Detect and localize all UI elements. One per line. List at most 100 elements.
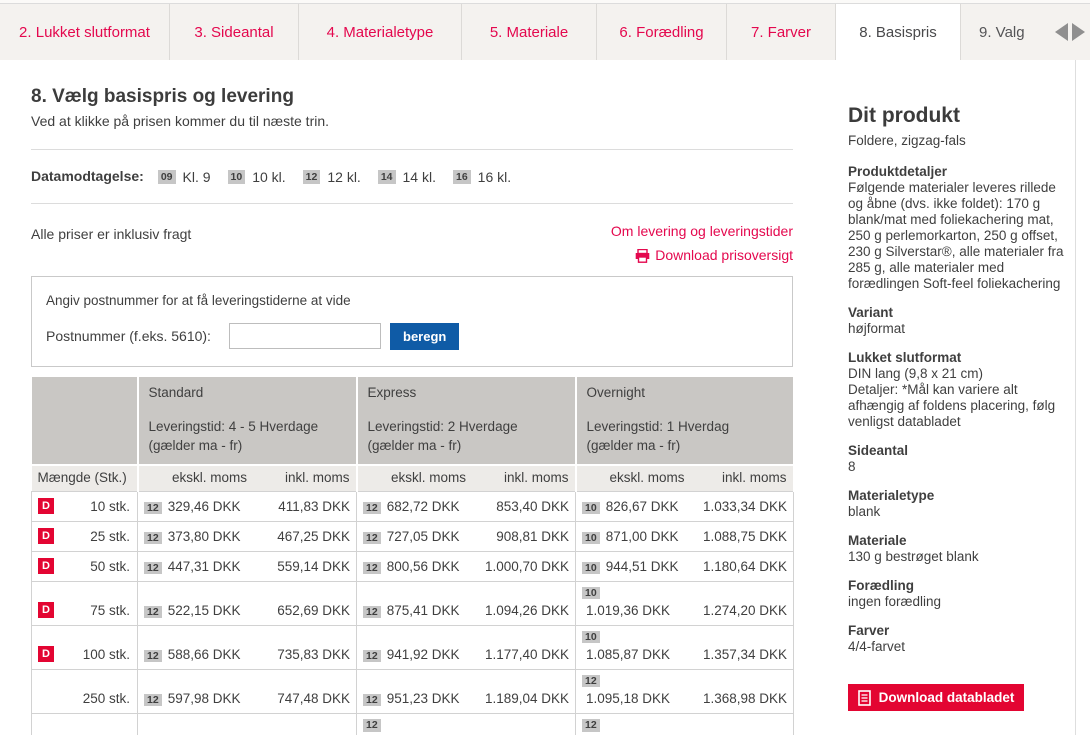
- incl-price[interactable]: 1.094,26 DKK: [470, 603, 569, 618]
- incl-price[interactable]: 1.033,34 DKK: [688, 499, 787, 514]
- incl-price[interactable]: 1.000,70 DKK: [470, 559, 569, 574]
- incl-price[interactable]: 1.088,75 DKK: [688, 529, 787, 544]
- quantity-cell: 500 stk.: [32, 714, 138, 735]
- excl-price[interactable]: 12941,92 DKK: [363, 647, 470, 663]
- incl-price[interactable]: 1.274,20 DKK: [688, 603, 787, 618]
- scroll-left-icon[interactable]: [1055, 23, 1068, 41]
- tab-8-basispris[interactable]: 8. Basispris: [836, 4, 961, 60]
- price-cell[interactable]: 12800,56 DKK 1.000,70 DKK: [357, 552, 576, 582]
- postcode-input[interactable]: [229, 323, 381, 349]
- incl-price[interactable]: 1.357,34 DKK: [688, 647, 787, 662]
- excl-price[interactable]: 12597,98 DKK: [144, 691, 251, 707]
- incl-price[interactable]: 1.177,40 DKK: [470, 647, 569, 662]
- download-datasheet-label: Download databladet: [879, 690, 1015, 705]
- incl-price[interactable]: 853,40 DKK: [470, 499, 569, 514]
- product-specs: VarianthøjformatLukket slutformatDIN lan…: [848, 305, 1072, 655]
- delivery-info-link[interactable]: Om levering og leveringstider: [611, 220, 793, 244]
- tab-6-forædling[interactable]: 6. Forædling: [597, 4, 727, 60]
- incl-price-value: 1.000,70 DKK: [485, 559, 569, 574]
- d-badge: D: [38, 528, 54, 544]
- time-badge: 16: [453, 170, 471, 185]
- incl-price[interactable]: 908,81 DKK: [470, 529, 569, 544]
- excl-price[interactable]: 12682,72 DKK: [363, 499, 470, 515]
- download-prices-link[interactable]: Download prisoversigt: [611, 244, 793, 268]
- excl-price-value: 682,72 DKK: [387, 499, 460, 514]
- price-cell[interactable]: 121.039,80 DKK1.299,75 DKK: [357, 714, 576, 735]
- excl-price[interactable]: 12951,23 DKK: [363, 691, 470, 707]
- price-cell[interactable]: 10871,00 DKK1.088,75 DKK: [576, 522, 794, 552]
- vat-subheader: ekskl. momsinkl. moms: [357, 465, 576, 492]
- tab-7-farver[interactable]: 7. Farver: [727, 4, 836, 60]
- calculate-button[interactable]: beregn: [390, 323, 459, 350]
- tab-5-materiale[interactable]: 5. Materiale: [462, 4, 597, 60]
- scroll-right-icon[interactable]: [1072, 23, 1085, 41]
- tab-9-valg: 9. Valg: [961, 4, 1049, 60]
- page: 2. Lukket slutformat3. Sideantal4. Mater…: [0, 0, 1090, 735]
- price-cell[interactable]: 12682,72 DKK853,40 DKK: [357, 492, 576, 522]
- price-cell[interactable]: 12941,92 DKK1.177,40 DKK: [357, 626, 576, 670]
- excl-price[interactable]: 12329,46 DKK: [144, 499, 251, 515]
- excl-price[interactable]: 12588,66 DKK: [144, 647, 251, 663]
- price-cell[interactable]: 121.095,18 DKK1.368,98 DKK: [576, 670, 794, 714]
- price-cell[interactable]: 101.085,87 DKK1.357,34 DKK: [576, 626, 794, 670]
- download-datasheet-button[interactable]: Download databladet: [848, 684, 1024, 711]
- incl-price[interactable]: 1.180,64 DKK: [688, 559, 787, 574]
- price-cell[interactable]: 12447,31 DKK559,14 DKK: [138, 552, 357, 582]
- incl-price-value: 467,25 DKK: [277, 529, 350, 544]
- excl-price[interactable]: 101.019,36 DKK: [582, 584, 688, 619]
- excl-price[interactable]: 12800,56 DKK: [363, 559, 470, 575]
- price-cell[interactable]: 10944,51 DKK1.180,64 DKK: [576, 552, 794, 582]
- incl-price[interactable]: 1.189,04 DKK: [470, 691, 569, 706]
- tab-4-materialetype[interactable]: 4. Materialetype: [299, 4, 462, 60]
- price-cell[interactable]: 12588,66 DKK735,83 DKK: [138, 626, 357, 670]
- excl-price[interactable]: 121.095,18 DKK: [582, 672, 688, 707]
- product-details-label: Produktdetaljer: [848, 164, 1072, 180]
- excl-price[interactable]: 10826,67 DKK: [582, 499, 688, 515]
- service-name: Express: [368, 385, 565, 400]
- price-row: D50 stk.12447,31 DKK559,14 DKK12800,56 D…: [32, 552, 794, 582]
- incl-price[interactable]: 467,25 DKK: [251, 529, 350, 544]
- excl-price[interactable]: 12373,80 DKK: [144, 529, 251, 545]
- price-cell[interactable]: 121.183,75 DKK1.479,69 DKK: [576, 714, 794, 735]
- incl-price[interactable]: 652,69 DKK: [251, 603, 350, 618]
- divider: [31, 149, 793, 150]
- excl-price[interactable]: 10871,00 DKK: [582, 529, 688, 545]
- excl-price[interactable]: 10944,51 DKK: [582, 559, 688, 575]
- quantity-cell: D10 stk.: [32, 492, 138, 522]
- excl-price-value: 800,56 DKK: [387, 559, 460, 574]
- spec-value: 130 g bestrøget blank: [848, 549, 1072, 565]
- price-cell[interactable]: 12597,98 DKK747,48 DKK: [138, 670, 357, 714]
- excl-price-value: 941,92 DKK: [387, 647, 460, 662]
- incl-price[interactable]: 1.368,98 DKK: [688, 691, 787, 706]
- spec-note: Detaljer: *Mål kan variere alt afhængig …: [848, 382, 1072, 430]
- price-cell[interactable]: 10826,67 DKK1.033,34 DKK: [576, 492, 794, 522]
- price-cell[interactable]: 101.019,36 DKK1.274,20 DKK: [576, 582, 794, 626]
- quantity-cell: D100 stk.: [32, 626, 138, 670]
- excl-price[interactable]: 121.183,75 DKK: [582, 716, 688, 735]
- incl-price[interactable]: 747,48 DKK: [251, 691, 350, 706]
- incl-price[interactable]: 559,14 DKK: [251, 559, 350, 574]
- price-cell[interactable]: 12951,23 DKK1.189,04 DKK: [357, 670, 576, 714]
- incl-price[interactable]: 411,83 DKK: [251, 499, 350, 514]
- price-cell[interactable]: 12522,15 DKK652,69 DKK: [138, 582, 357, 626]
- data-reception-label: Datamodtagelse:: [31, 168, 144, 184]
- postcode-instruction: Angiv postnummer for at få leveringstide…: [46, 293, 775, 308]
- price-cell[interactable]: 12727,05 DKK908,81 DKK: [357, 522, 576, 552]
- excl-price[interactable]: 12875,41 DKK: [363, 603, 470, 619]
- price-cell[interactable]: 12373,80 DKK 467,25 DKK: [138, 522, 357, 552]
- excl-price-value: 871,00 DKK: [606, 529, 679, 544]
- tab-2-lukket-slutformat[interactable]: 2. Lukket slutformat: [0, 4, 170, 60]
- product-name: Foldere, zigzag-fals: [848, 133, 1072, 149]
- excl-price[interactable]: 12447,31 DKK: [144, 559, 251, 575]
- excl-price[interactable]: 101.085,87 DKK: [582, 628, 688, 663]
- spec-item: Sideantal8: [848, 443, 1072, 475]
- tab-3-sideantal[interactable]: 3. Sideantal: [170, 4, 299, 60]
- excl-price[interactable]: 12522,15 DKK: [144, 603, 251, 619]
- price-cell[interactable]: 12686,54 DKK858,18 DKK: [138, 714, 357, 735]
- time-badge: 09: [158, 170, 176, 185]
- excl-price[interactable]: 121.039,80 DKK: [363, 716, 470, 735]
- excl-price[interactable]: 12727,05 DKK: [363, 529, 470, 545]
- price-cell[interactable]: 12875,41 DKK1.094,26 DKK: [357, 582, 576, 626]
- price-cell[interactable]: 12329,46 DKK411,83 DKK: [138, 492, 357, 522]
- incl-price[interactable]: 735,83 DKK: [251, 647, 350, 662]
